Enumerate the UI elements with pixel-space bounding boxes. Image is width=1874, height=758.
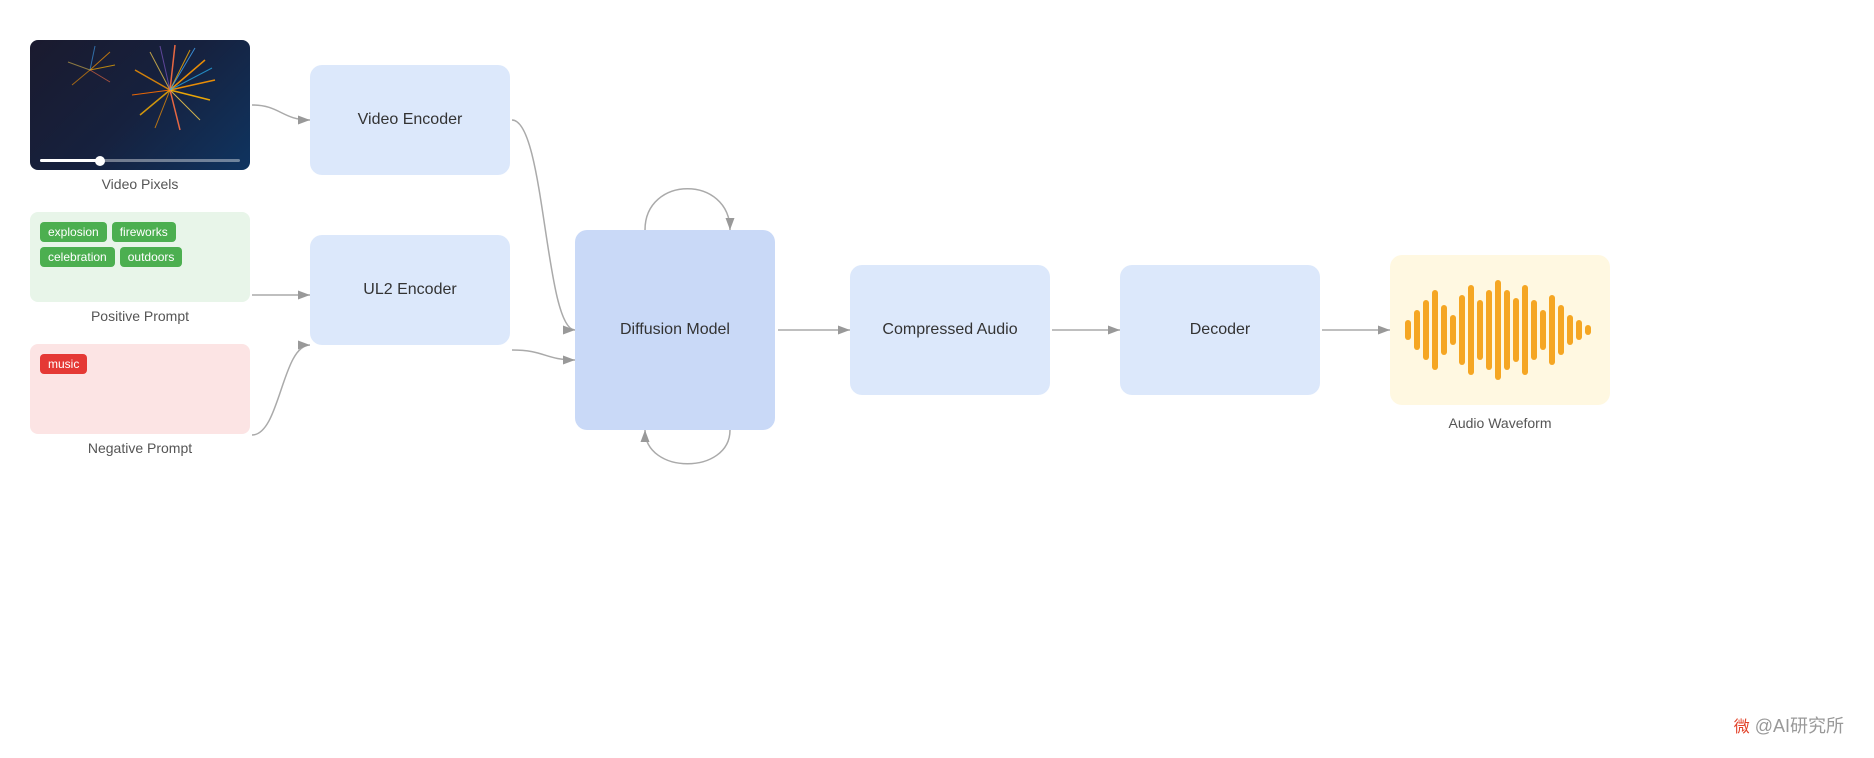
positive-prompt-box: explosion fireworks celebration outdoors: [30, 212, 250, 302]
encoder-column: Video Encoder UL2 Encoder: [310, 65, 510, 345]
video-input-group: Video Pixels: [30, 40, 250, 192]
compressed-audio-box: Compressed Audio: [850, 265, 1050, 395]
diffusion-model-box: Diffusion Model: [575, 230, 775, 430]
video-label: Video Pixels: [30, 176, 250, 192]
negative-tags: music: [40, 354, 240, 374]
video-box: [30, 40, 250, 170]
negative-prompt-label: Negative Prompt: [30, 440, 250, 456]
watermark-weibo-icon: 微: [1734, 719, 1750, 736]
tag-music: music: [40, 354, 87, 374]
tag-outdoors: outdoors: [120, 247, 183, 267]
progress-dot: [95, 156, 105, 166]
progress-fill: [40, 159, 100, 162]
tag-explosion: explosion: [40, 222, 107, 242]
input-column: Video Pixels explosion fireworks celebra…: [30, 40, 250, 456]
watermark: 微 @AI研究所: [1734, 712, 1844, 738]
diagram-container: Video Pixels explosion fireworks celebra…: [0, 0, 1874, 758]
tag-fireworks: fireworks: [112, 222, 176, 242]
positive-prompt-label: Positive Prompt: [30, 308, 250, 324]
decoder-box: Decoder: [1120, 265, 1320, 395]
positive-prompt-group: explosion fireworks celebration outdoors…: [30, 212, 250, 324]
audio-waveform-box: [1390, 255, 1610, 405]
progress-bar: [40, 159, 240, 162]
tag-celebration: celebration: [40, 247, 115, 267]
video-encoder-box: Video Encoder: [310, 65, 510, 175]
negative-prompt-group: music Negative Prompt: [30, 344, 250, 456]
video-controls: [30, 159, 250, 162]
negative-prompt-box: music: [30, 344, 250, 434]
ul2-encoder-box: UL2 Encoder: [310, 235, 510, 345]
positive-tags: explosion fireworks celebration outdoors: [40, 222, 240, 267]
waveform-svg: [1400, 270, 1600, 390]
audio-waveform-label: Audio Waveform: [1390, 415, 1610, 431]
